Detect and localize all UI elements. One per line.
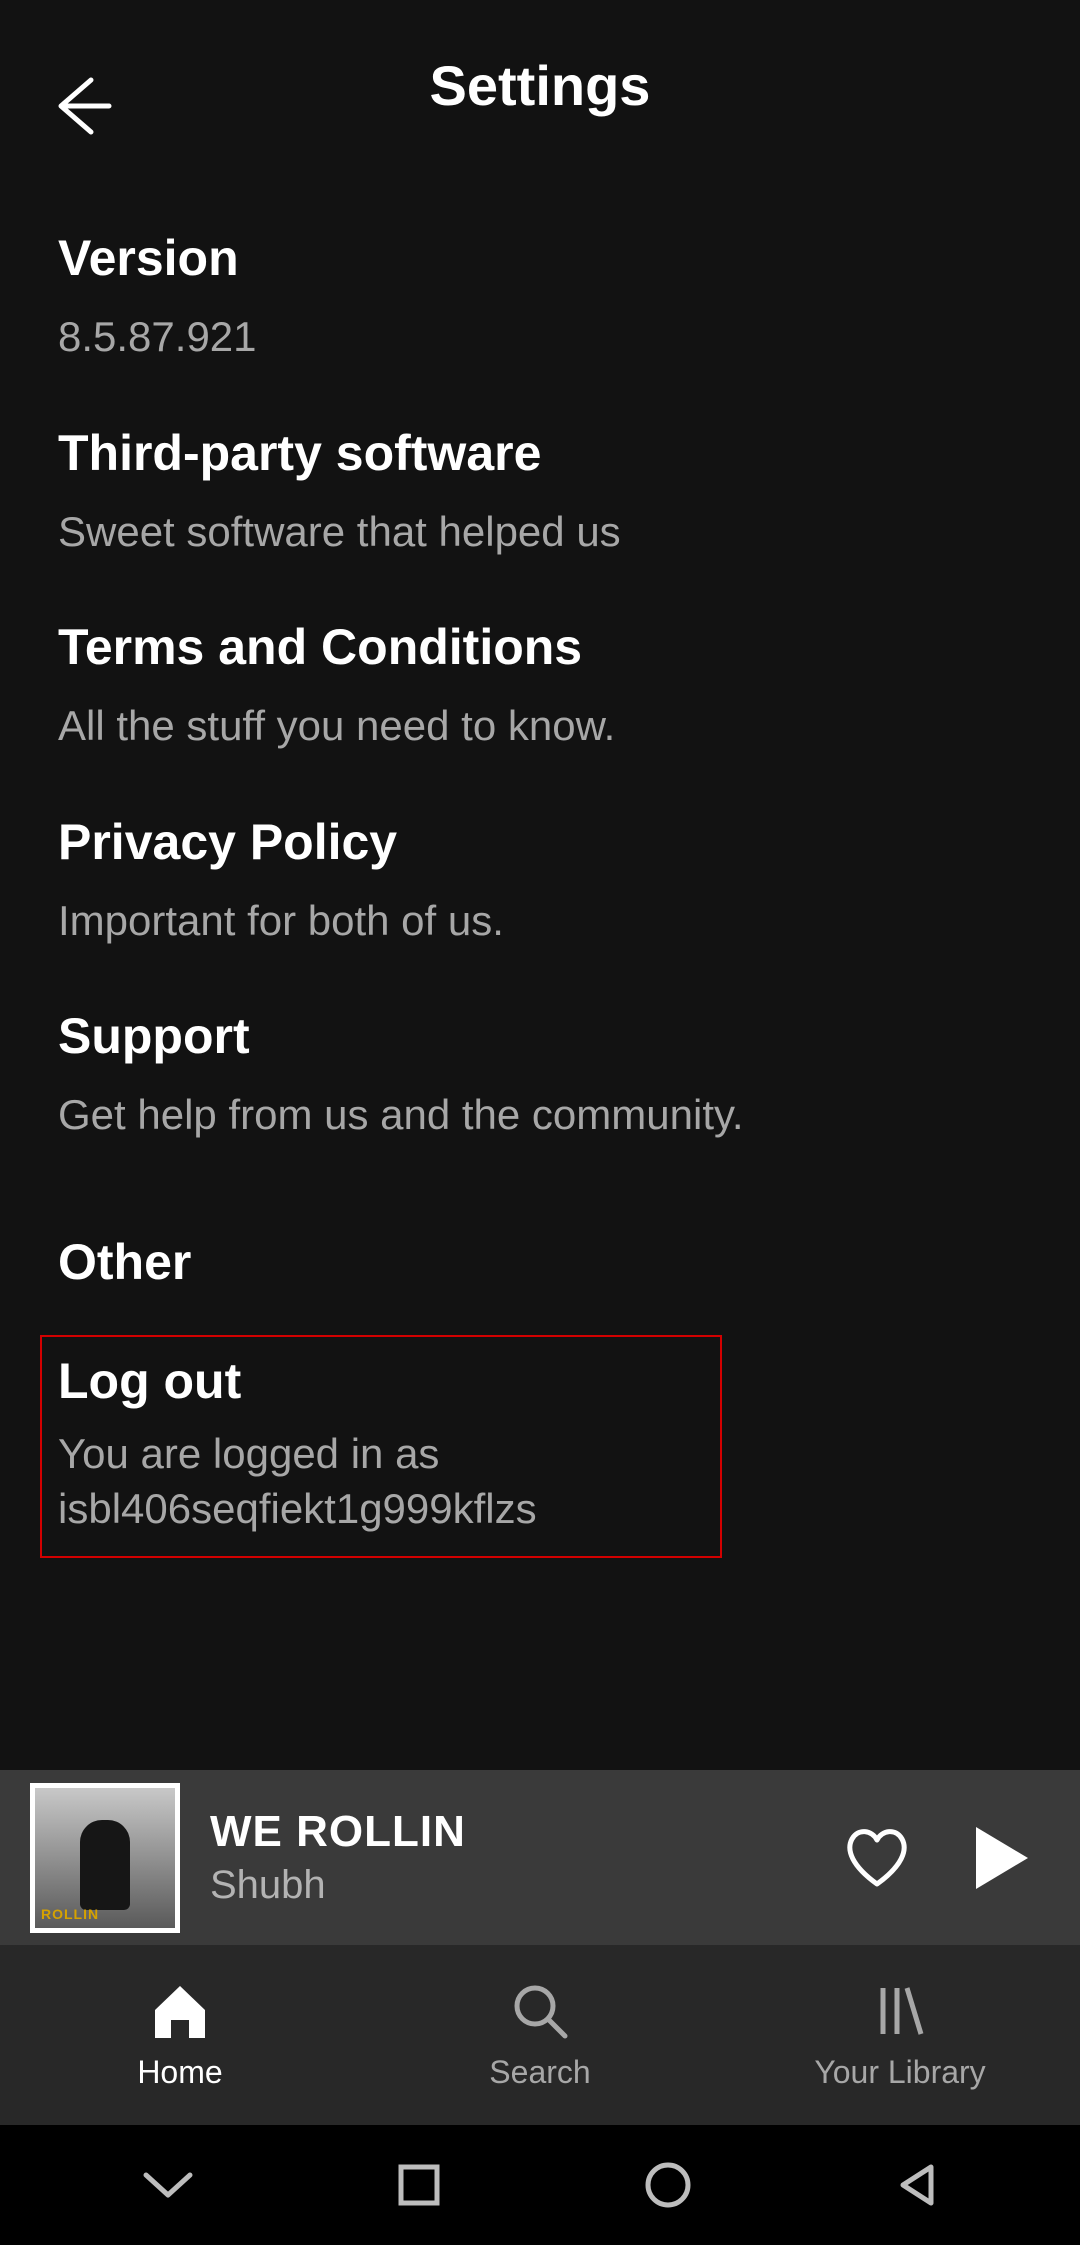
item-subtitle: Important for both of us.: [58, 894, 1022, 949]
item-title: Log out: [58, 1351, 704, 1411]
album-tag: ROLLIN: [41, 1906, 99, 1922]
support-item[interactable]: Support Get help from us and the communi…: [58, 948, 1022, 1143]
item-title: Support: [58, 1006, 1022, 1066]
nav-home-button[interactable]: [642, 2159, 694, 2211]
circle-icon: [642, 2159, 694, 2211]
version-item[interactable]: Version 8.5.87.921: [58, 170, 1022, 365]
privacy-policy-item[interactable]: Privacy Policy Important for both of us.: [58, 754, 1022, 949]
log-out-item[interactable]: Log out You are logged in as isbl406seqf…: [40, 1335, 722, 1558]
item-title: Third-party software: [58, 423, 1022, 483]
terms-and-conditions-item[interactable]: Terms and Conditions All the stuff you n…: [58, 559, 1022, 754]
tab-home[interactable]: Home: [0, 1980, 360, 2091]
triangle-left-icon: [893, 2161, 941, 2209]
item-subtitle: Sweet software that helped us: [58, 505, 1022, 560]
topbar: Settings: [0, 0, 1080, 170]
track-meta[interactable]: WE ROLLIN Shubh: [210, 1807, 812, 1908]
page-title: Settings: [0, 53, 1080, 118]
tab-label: Search: [489, 2054, 590, 2091]
heart-icon: [842, 1826, 912, 1890]
now-playing-actions: [842, 1825, 1030, 1891]
nav-ime-button[interactable]: [140, 2165, 196, 2205]
square-icon: [395, 2161, 443, 2209]
section-header-other: Other: [58, 1143, 1022, 1291]
tab-label: Your Library: [814, 2054, 985, 2091]
play-icon: [972, 1825, 1030, 1891]
arrow-left-icon: [45, 70, 117, 142]
item-title: Terms and Conditions: [58, 617, 1022, 677]
item-subtitle: You are logged in as isbl406seqfiekt1g99…: [58, 1427, 704, 1536]
nav-recent-button[interactable]: [395, 2161, 443, 2209]
screen: Settings Version 8.5.87.921 Third-party …: [0, 0, 1080, 2245]
play-button[interactable]: [972, 1825, 1030, 1891]
android-nav-bar: [0, 2125, 1080, 2245]
home-icon: [149, 1980, 211, 2042]
track-title: WE ROLLIN: [210, 1807, 812, 1857]
chevron-down-icon: [140, 2165, 196, 2205]
now-playing-bar[interactable]: ROLLIN WE ROLLIN Shubh: [0, 1770, 1080, 1945]
tab-label: Home: [137, 2054, 222, 2091]
like-button[interactable]: [842, 1826, 912, 1890]
item-title: Privacy Policy: [58, 812, 1022, 872]
search-icon: [509, 1980, 571, 2042]
bottom-tab-bar: Home Search Your Library: [0, 1945, 1080, 2125]
back-button[interactable]: [45, 70, 117, 142]
nav-back-button[interactable]: [893, 2161, 941, 2209]
item-subtitle: Get help from us and the community.: [58, 1088, 1022, 1143]
album-art[interactable]: ROLLIN: [30, 1783, 180, 1933]
tab-search[interactable]: Search: [360, 1980, 720, 2091]
track-artist: Shubh: [210, 1863, 812, 1908]
item-title: Version: [58, 228, 1022, 288]
tab-library[interactable]: Your Library: [720, 1980, 1080, 2091]
item-subtitle: 8.5.87.921: [58, 310, 1022, 365]
third-party-software-item[interactable]: Third-party software Sweet software that…: [58, 365, 1022, 560]
item-subtitle: All the stuff you need to know.: [58, 699, 1022, 754]
library-icon: [869, 1980, 931, 2042]
